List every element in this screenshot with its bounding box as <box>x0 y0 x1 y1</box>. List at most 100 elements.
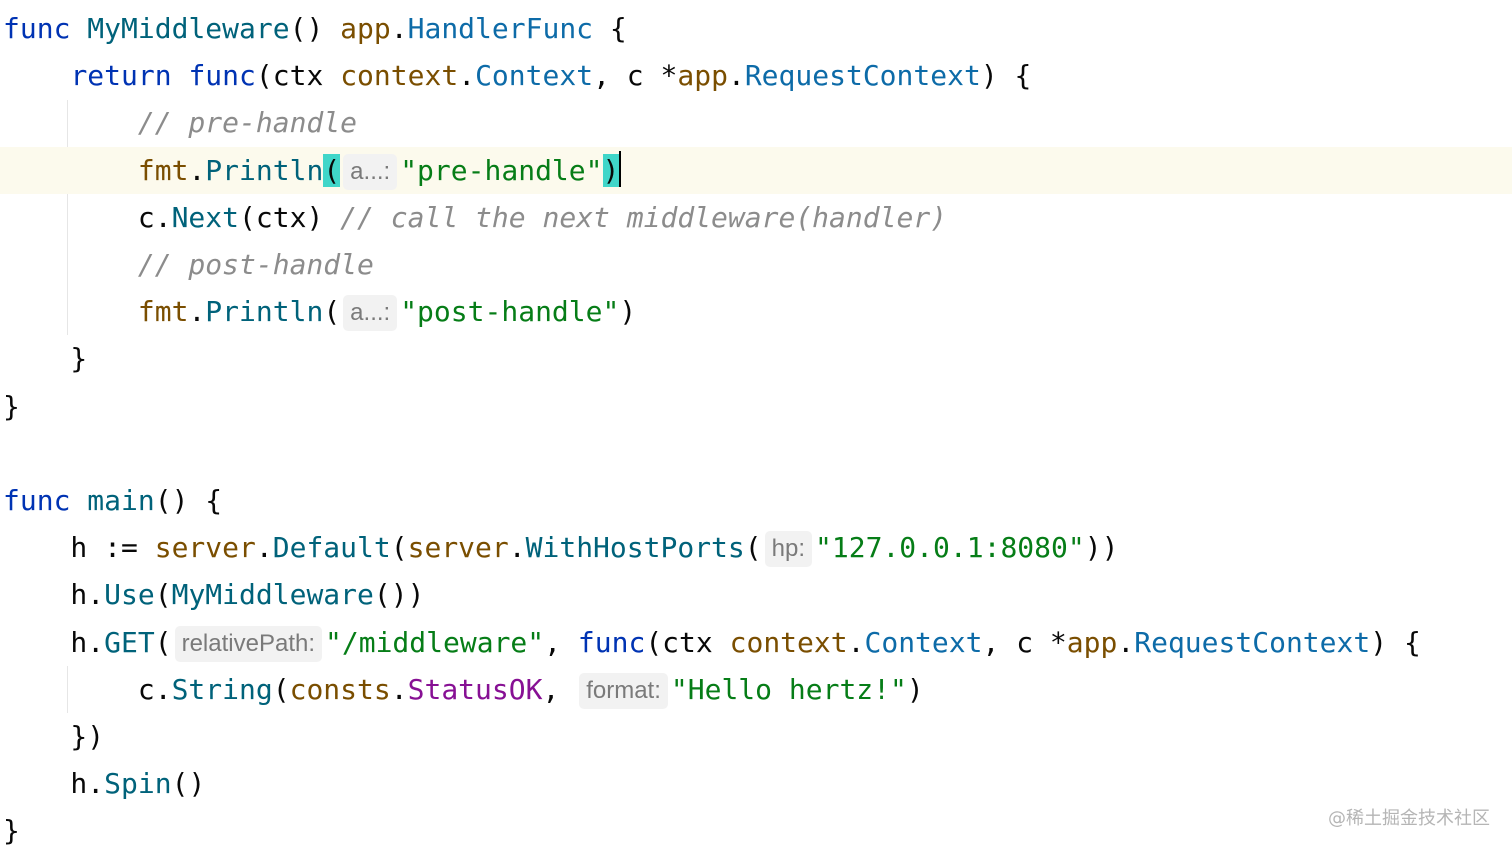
code-token: context <box>729 625 848 659</box>
code-line[interactable]: h.Use(MyMiddleware()) <box>0 571 1512 618</box>
code-token: ( <box>272 672 290 706</box>
code-token: , <box>542 672 577 706</box>
code-token: ) <box>906 672 924 706</box>
code-token: . <box>847 625 865 659</box>
code-line[interactable]: // post-handle <box>0 241 1512 288</box>
code-line[interactable]: func MyMiddleware() app.HandlerFunc { <box>0 5 1512 52</box>
code-line[interactable] <box>0 430 1512 477</box>
current-code-line[interactable]: fmt.Println(a...: "pre-handle") <box>0 146 1512 194</box>
code-line[interactable]: } <box>0 383 1512 430</box>
code-token: Context <box>864 625 983 659</box>
code-token: ( <box>744 531 762 565</box>
text-caret <box>619 150 622 187</box>
code-token: app <box>677 59 728 93</box>
parameter-hint: relativePath: <box>174 625 322 662</box>
code-token: () <box>289 12 341 45</box>
code-token: RequestContext <box>744 59 981 93</box>
code-token: Use <box>104 578 155 612</box>
code-token: } <box>3 814 20 848</box>
code-line[interactable]: } <box>0 807 1512 854</box>
parameter-hint: hp: <box>764 531 813 568</box>
code-token: , <box>544 625 578 659</box>
code-token: Next <box>171 200 240 234</box>
code-line[interactable]: c.String(consts.StatusOK, format: "Hello … <box>0 666 1512 713</box>
code-line[interactable]: h := server.Default(server.WithHostPorts… <box>0 524 1512 571</box>
code-token: }) <box>3 720 105 753</box>
code-token: . <box>508 531 526 565</box>
code-editor[interactable]: func MyMiddleware() app.HandlerFunc { re… <box>0 0 1512 852</box>
code-token: ( <box>154 578 172 612</box>
code-token: )) <box>1084 531 1119 565</box>
code-token: fmt <box>137 153 189 187</box>
code-token: (ctx <box>645 625 730 659</box>
code-line[interactable]: fmt.Println(a...: "post-handle") <box>0 288 1512 335</box>
code-token: Println <box>205 153 324 187</box>
code-token: } <box>3 342 88 376</box>
code-token: app <box>340 12 391 45</box>
code-token: . <box>390 12 408 45</box>
code-token: app <box>1066 625 1118 659</box>
code-token: , c * <box>593 59 678 93</box>
code-token: h := <box>3 531 155 565</box>
code-token: ) { <box>1370 625 1421 659</box>
code-line[interactable]: func main() { <box>0 477 1512 524</box>
code-line[interactable]: h.GET(relativePath: "/middleware", func(c… <box>0 619 1512 666</box>
parameter-hint: format: <box>579 672 668 709</box>
code-token: Context <box>475 59 594 93</box>
code-line[interactable]: // pre-handle <box>0 99 1512 146</box>
code-token: "127.0.0.1:8080" <box>815 531 1085 565</box>
code-token: "post-handle" <box>400 295 620 329</box>
code-token: c. <box>3 200 172 234</box>
code-line[interactable]: } <box>0 335 1512 382</box>
code-line[interactable]: h.Spin() <box>0 760 1512 807</box>
code-token: . <box>390 672 408 706</box>
code-token: consts <box>289 672 391 706</box>
code-token: server <box>154 531 256 565</box>
code-token: ) { <box>980 59 1032 93</box>
code-line[interactable]: c.Next(ctx) // call the next middleware(… <box>0 194 1512 241</box>
code-token: "pre-handle" <box>400 153 603 187</box>
code-token: h. <box>3 578 105 612</box>
code-token: main <box>87 484 155 517</box>
code-token: Spin <box>104 767 172 801</box>
code-token: ) <box>619 295 637 329</box>
code-line[interactable]: return func(ctx context.Context, c *app.… <box>0 52 1512 99</box>
code-token: "Hello hertz!" <box>670 672 907 706</box>
code-token: h. <box>3 767 105 801</box>
code-line[interactable]: }) <box>0 713 1512 760</box>
code-token: HandlerFunc <box>407 12 594 45</box>
code-token: (ctx) <box>239 200 341 234</box>
code-token: RequestContext <box>1134 625 1371 659</box>
code-token: , c * <box>982 625 1067 659</box>
code-token: "/middleware" <box>325 625 545 659</box>
code-token: // pre-handle <box>137 106 358 140</box>
code-token: server <box>407 531 509 565</box>
code-token: // call the next middleware(handler) <box>340 200 948 234</box>
parameter-hint: a...: <box>343 295 398 332</box>
code-token: . <box>458 59 476 93</box>
code-token: func <box>3 12 71 45</box>
code-token: { <box>593 12 627 45</box>
code-token: h. <box>3 625 105 659</box>
code-token: GET <box>104 625 155 659</box>
code-token: . <box>255 531 273 565</box>
code-token: . <box>727 59 745 93</box>
matched-brace: ) <box>602 153 620 187</box>
code-token: WithHostPorts <box>525 531 745 565</box>
code-token: c. <box>3 672 172 706</box>
code-token: StatusOK <box>407 672 543 706</box>
code-token: Println <box>205 295 324 329</box>
code-token: MyMiddleware <box>87 12 290 45</box>
code-token: ( <box>390 531 408 565</box>
code-token: ( <box>323 295 341 329</box>
code-token: () { <box>154 484 223 517</box>
code-token: return <box>70 59 172 93</box>
